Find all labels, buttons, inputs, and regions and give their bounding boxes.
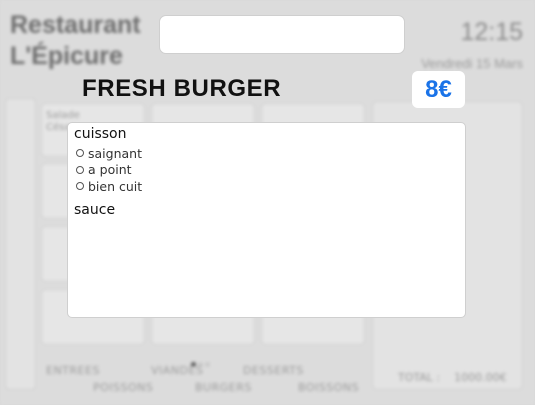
cart-total: TOTAL : 1000.00€: [398, 371, 507, 384]
radio-icon[interactable]: [76, 165, 84, 174]
cart-total-label: TOTAL :: [398, 371, 441, 384]
date-label: Vendredi 15 Mars: [421, 56, 523, 71]
restaurant-title: Restaurant L'Épicure: [10, 10, 141, 72]
price-badge: 8€: [412, 71, 465, 108]
radio-option-saignant[interactable]: saignant: [76, 145, 459, 162]
option-group-title-cuisson: cuisson: [74, 126, 127, 142]
category-viandes[interactable]: VIANDES: [151, 364, 203, 377]
category-poissons[interactable]: POISSONS: [93, 381, 153, 394]
radio-option-a-point[interactable]: a point: [76, 162, 459, 179]
cart-total-value: 1000.00€: [454, 371, 507, 384]
radio-icon[interactable]: [76, 149, 84, 158]
radio-option-label: a point: [88, 162, 132, 178]
category-burgers[interactable]: BURGERS: [195, 381, 252, 394]
note-input[interactable]: [159, 15, 405, 54]
radio-option-label: saignant: [88, 145, 142, 161]
option-group-title-sauce: sauce: [74, 201, 116, 218]
restaurant-title-line2: L'Épicure: [10, 42, 123, 70]
radio-icon[interactable]: [76, 182, 84, 191]
category-entrees[interactable]: ENTREES: [46, 364, 100, 377]
product-name: FRESH BURGER: [82, 75, 282, 102]
cuisson-options: saignant a point bien cuit: [76, 145, 459, 195]
restaurant-title-line1: Restaurant: [10, 11, 141, 39]
clock: 12:15: [460, 18, 523, 46]
category-boissons[interactable]: BOISSONS: [298, 381, 359, 394]
product-tile-label-line1: Salade: [46, 110, 80, 121]
options-panel: cuisson saignant a point bien cuit sauce: [67, 122, 466, 318]
radio-option-bien-cuit[interactable]: bien cuit: [76, 178, 459, 195]
left-sidebar[interactable]: [5, 98, 36, 390]
radio-option-label: bien cuit: [88, 178, 143, 194]
category-desserts[interactable]: DESSERTS: [243, 364, 304, 377]
